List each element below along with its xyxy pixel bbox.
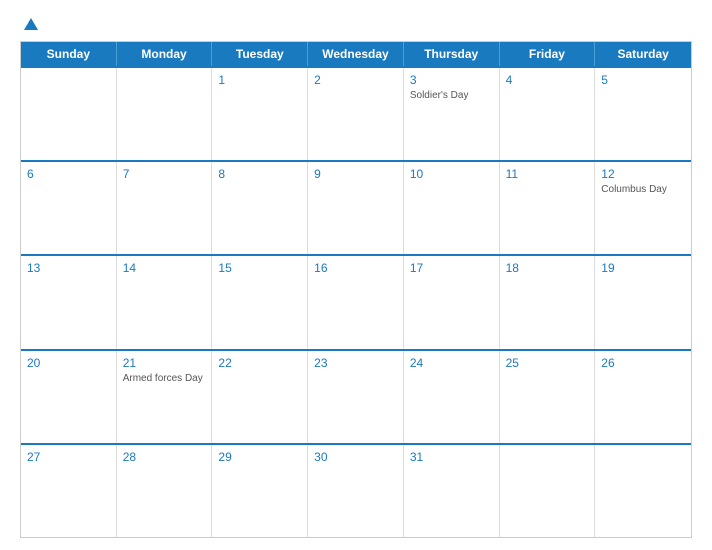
calendar-cell: 12 Columbus Day [595,162,691,254]
calendar-cell: 2 [308,68,404,160]
calendar-cell: 3 Soldier's Day [404,68,500,160]
calendar-cell: 26 [595,351,691,443]
calendar-week-2: 6789 10 11 12 Columbus Day [21,160,691,254]
calendar-cell: 10 [404,162,500,254]
day-number: 26 [601,356,685,370]
header-cell-wednesday: Wednesday [308,42,404,66]
day-number: 28 [123,450,206,464]
day-number: 29 [218,450,301,464]
day-number: 20 [27,356,110,370]
calendar-cell: 28 [117,445,213,537]
calendar-cell: 11 [500,162,596,254]
day-number: 25 [506,356,589,370]
day-number: 18 [506,261,589,275]
calendar-cell [500,445,596,537]
calendar-cell: 22 [212,351,308,443]
day-number: 27 [27,450,110,464]
calendar-cell [595,445,691,537]
calendar-cell: 9 [308,162,404,254]
calendar-cell: 6 [21,162,117,254]
calendar-week-5: 27 28 29 30 31 [21,443,691,537]
day-number: 11 [506,167,589,181]
calendar-cell: 8 [212,162,308,254]
calendar-cell: 14 [117,256,213,348]
header-cell-thursday: Thursday [404,42,500,66]
calendar-cell: 24 [404,351,500,443]
calendar-cell: 16 [308,256,404,348]
day-number: 14 [123,261,206,275]
calendar-cell: 29 [212,445,308,537]
calendar-header-row: SundayMondayTuesdayWednesdayThursdayFrid… [21,42,691,66]
calendar-body: 123Soldier's Day456789101112Columbus Day… [21,66,691,537]
calendar-cell: 18 [500,256,596,348]
page: SundayMondayTuesdayWednesdayThursdayFrid… [0,0,712,550]
calendar-cell: 19 [595,256,691,348]
calendar-cell: 27 [21,445,117,537]
calendar-cell: 1 [212,68,308,160]
calendar: SundayMondayTuesdayWednesdayThursdayFrid… [20,41,692,538]
calendar-cell [21,68,117,160]
calendar-cell: 7 [117,162,213,254]
calendar-cell: 4 [500,68,596,160]
header-cell-friday: Friday [500,42,596,66]
day-number: 3 [410,73,493,87]
day-number: 23 [314,356,397,370]
day-number: 8 [218,167,301,181]
logo [20,18,38,31]
day-number: 7 [123,167,206,181]
calendar-cell: 15 [212,256,308,348]
day-number: 15 [218,261,301,275]
calendar-cell [117,68,213,160]
calendar-cell: 5 [595,68,691,160]
day-number: 31 [410,450,493,464]
logo-triangle-icon [24,18,38,30]
calendar-cell: 23 [308,351,404,443]
header-cell-monday: Monday [117,42,213,66]
calendar-cell: 30 [308,445,404,537]
day-number: 17 [410,261,493,275]
day-number: 2 [314,73,397,87]
day-number: 1 [218,73,301,87]
day-number: 6 [27,167,110,181]
header-cell-sunday: Sunday [21,42,117,66]
day-event: Soldier's Day [410,89,493,102]
day-number: 4 [506,73,589,87]
calendar-cell: 31 [404,445,500,537]
day-number: 5 [601,73,685,87]
day-number: 9 [314,167,397,181]
day-number: 22 [218,356,301,370]
calendar-cell: 13 [21,256,117,348]
calendar-week-3: 13 14 15 16 17 18 19 [21,254,691,348]
day-event: Armed forces Day [123,372,206,385]
calendar-cell: 20 [21,351,117,443]
header-cell-saturday: Saturday [595,42,691,66]
day-number: 13 [27,261,110,275]
header [20,18,692,31]
day-number: 16 [314,261,397,275]
header-cell-tuesday: Tuesday [212,42,308,66]
calendar-cell: 21 Armed forces Day [117,351,213,443]
day-number: 30 [314,450,397,464]
day-event: Columbus Day [601,183,685,196]
calendar-week-1: 123 Soldier's Day 45 [21,66,691,160]
day-number: 24 [410,356,493,370]
day-number: 21 [123,356,206,370]
day-number: 10 [410,167,493,181]
calendar-week-4: 20 21 Armed forces Day 22 23 24 25 26 [21,349,691,443]
day-number: 12 [601,167,685,181]
calendar-cell: 25 [500,351,596,443]
calendar-cell: 17 [404,256,500,348]
day-number: 19 [601,261,685,275]
